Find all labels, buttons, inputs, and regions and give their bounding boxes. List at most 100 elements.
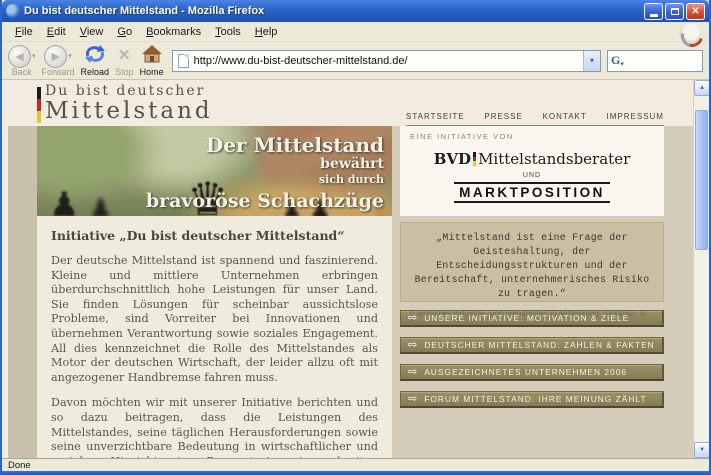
initiative-und: UND <box>410 172 654 179</box>
window-controls: ✕ <box>644 3 705 20</box>
arrow-right-icon: ⇨ <box>408 340 417 351</box>
menu-file[interactable]: File <box>8 24 40 40</box>
close-icon: ✕ <box>691 6 699 17</box>
button-zahlen-fakten[interactable]: ⇨ DEUTSCHER MITTELSTAND: ZAHLEN & FAKTEN <box>400 337 664 354</box>
hero-line1: Der Mittelstand <box>146 134 384 156</box>
browser-viewport: Du bist deutscher Mittelstand STARTSEITE… <box>2 80 709 458</box>
navigation-toolbar: ◀ ▾ Back ▶ ▾ Forward <box>2 42 709 80</box>
arrow-right-icon: ⇨ <box>408 394 417 405</box>
german-flag-icon <box>37 87 41 123</box>
quote-box: „Mittelstand ist eine Frage der Geistesh… <box>400 222 664 302</box>
url-input[interactable] <box>194 55 583 67</box>
quote-text: „Mittelstand ist eine Frage der Geistesh… <box>410 231 654 301</box>
arrow-right-icon: ⇨ <box>408 367 417 378</box>
firefox-app-icon <box>6 4 20 18</box>
stop-label: Stop <box>115 67 134 77</box>
site-logo-text: Du bist deutscher Mittelstand <box>45 84 213 123</box>
nav-kontakt[interactable]: KONTAKT <box>543 112 587 121</box>
menu-view[interactable]: View <box>73 24 111 40</box>
nav-startseite[interactable]: STARTSEITE <box>406 112 465 121</box>
hero-chess-image: ♟ ♟ ♛ ♟ ♟ ♟ ♝ Der Mittelstand bewährt si… <box>37 126 392 216</box>
menu-go[interactable]: Go <box>110 24 139 40</box>
menu-edit[interactable]: Edit <box>40 24 73 40</box>
nav-presse[interactable]: PRESSE <box>484 112 522 121</box>
chess-pawn-icon: ♟ <box>49 188 79 216</box>
logo-line2: Mittelstand <box>45 99 213 123</box>
chevron-down-icon: ▾ <box>590 56 594 65</box>
hero-line4: bravoröse Schachzüge <box>146 189 384 213</box>
forward-label: Forward <box>42 67 75 77</box>
menu-tools[interactable]: Tools <box>208 24 248 40</box>
close-button[interactable]: ✕ <box>686 3 705 20</box>
url-bar[interactable]: ▾ <box>172 50 601 72</box>
back-button[interactable]: ◀ ▾ Back <box>6 44 38 77</box>
page-icon <box>178 54 189 68</box>
browser-window: Du bist deutscher Mittelstand - Mozilla … <box>0 0 711 475</box>
initiative-box: EINE INITIATIVE VON BVD Mittelstandsbera… <box>400 126 664 216</box>
menu-bar: File Edit View Go Bookmarks Tools Help <box>2 22 709 42</box>
restore-icon <box>671 8 679 15</box>
minimize-button[interactable] <box>644 3 663 20</box>
vertical-scrollbar[interactable]: ▲ ▼ <box>693 80 709 458</box>
hero-headline: Der Mittelstand bewährt sich durch bravo… <box>146 134 384 213</box>
article-paragraph-1: Der deutsche Mittelstand ist spannend un… <box>51 254 378 385</box>
scrollbar-thumb[interactable] <box>695 110 708 250</box>
search-bar[interactable]: G ▾ <box>607 50 703 72</box>
home-icon <box>142 44 162 68</box>
hero-line2: bewährt <box>146 156 384 173</box>
marktposition-logo-row: MARKTPOSITION <box>410 182 654 203</box>
back-label: Back <box>12 67 32 77</box>
button-label: AUSGEZEICHNETES UNTERNEHMEN 2006 <box>424 367 627 377</box>
back-dropdown-icon[interactable]: ▾ <box>32 52 36 60</box>
button-label: FORUM MITTELSTAND: IHRE MEINUNG ZÄHLT <box>424 394 646 404</box>
reload-button[interactable]: Reload <box>79 44 112 77</box>
site-nav: STARTSEITE PRESSE KONTAKT IMPRESSUM <box>406 112 664 126</box>
minimize-icon <box>650 14 658 17</box>
initiative-label: EINE INITIATIVE VON <box>410 132 654 141</box>
scroll-up-icon: ▲ <box>699 85 705 91</box>
button-label: UNSERE INITIATIVE: MOTIVATION & ZIELE <box>424 313 629 323</box>
marktposition-logo: MARKTPOSITION <box>454 182 610 203</box>
site-header: Du bist deutscher Mittelstand STARTSEITE… <box>2 80 693 126</box>
button-unsere-initiative[interactable]: ⇨ UNSERE INITIATIVE: MOTIVATION & ZIELE <box>400 310 664 327</box>
home-button[interactable]: Home <box>138 44 166 77</box>
bvd-logo: BVD Mittelstandsberater <box>410 150 654 168</box>
menu-bookmarks[interactable]: Bookmarks <box>139 24 208 40</box>
window-bottom-border <box>2 471 709 475</box>
nav-impressum[interactable]: IMPRESSUM <box>607 112 664 121</box>
article-paragraph-2: Davon möchten wir mit unserer Initiative… <box>51 396 378 458</box>
mozilla-logo-icon <box>679 23 701 45</box>
search-engine-dropdown-icon[interactable]: ▾ <box>620 60 624 68</box>
button-ausgezeichnetes-unternehmen[interactable]: ⇨ AUSGEZEICHNETES UNTERNEHMEN 2006 <box>400 364 664 381</box>
reload-label: Reload <box>81 67 110 77</box>
scroll-down-button[interactable]: ▼ <box>694 442 710 458</box>
window-title: Du bist deutscher Mittelstand - Mozilla … <box>24 5 644 17</box>
logo-line1: Du bist deutscher <box>45 84 213 99</box>
url-dropdown-button[interactable]: ▾ <box>583 51 600 71</box>
search-input[interactable] <box>626 55 699 67</box>
stop-button[interactable]: ✕ Stop <box>113 44 136 77</box>
scroll-down-icon: ▼ <box>699 447 705 453</box>
forward-button[interactable]: ▶ ▾ Forward <box>40 44 77 77</box>
stop-icon: ✕ <box>118 46 131 66</box>
forward-icon: ▶ <box>52 50 60 63</box>
status-text: Done <box>8 460 31 471</box>
title-bar[interactable]: Du bist deutscher Mittelstand - Mozilla … <box>2 0 709 22</box>
button-label: DEUTSCHER MITTELSTAND: ZAHLEN & FAKTEN <box>424 340 655 350</box>
forward-dropdown-icon[interactable]: ▾ <box>68 52 72 60</box>
bvd-logo-post: Mittelstandsberater <box>478 150 630 168</box>
sidebar: EINE INITIATIVE VON BVD Mittelstandsbera… <box>400 126 664 418</box>
button-forum-mittelstand[interactable]: ⇨ FORUM MITTELSTAND: IHRE MEINUNG ZÄHLT <box>400 391 664 408</box>
menu-help[interactable]: Help <box>248 24 285 40</box>
scroll-up-button[interactable]: ▲ <box>694 80 710 96</box>
home-label: Home <box>140 67 164 77</box>
urlbar-container: ▾ <box>172 50 601 72</box>
bvd-logo-pre: BVD <box>434 150 471 168</box>
arrow-right-icon: ⇨ <box>408 313 417 324</box>
site-logo[interactable]: Du bist deutscher Mittelstand <box>37 84 213 123</box>
google-search-icon[interactable]: G <box>611 53 620 68</box>
restore-button[interactable] <box>665 3 684 20</box>
hero-line3: sich durch <box>146 173 384 187</box>
web-page: Du bist deutscher Mittelstand STARTSEITE… <box>2 80 693 458</box>
status-bar: Done <box>2 458 709 471</box>
